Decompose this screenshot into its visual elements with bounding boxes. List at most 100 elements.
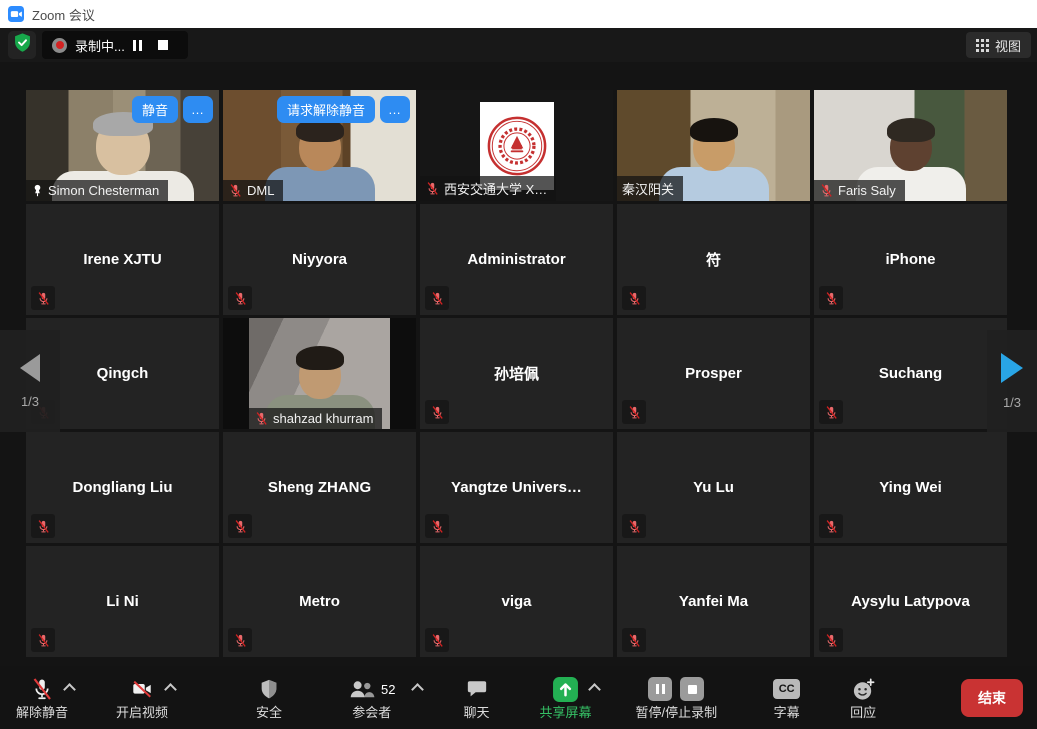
participant-tile-18[interactable]: Yangtze Univers… [420,432,613,543]
toolbar-captions-button[interactable]: CC字幕 [773,676,800,719]
pause-recording-button[interactable] [125,36,150,55]
muted-mic-icon [228,183,243,198]
participant-tile-10[interactable]: iPhone [814,204,1007,315]
security-shield-button[interactable] [8,31,36,59]
toolbar-chat-button[interactable]: 聊天 [464,676,490,719]
cc-icon: CC [773,679,800,699]
participant-tile-3[interactable]: 西安交通大学 X… [420,90,613,201]
participant-tile-13[interactable]: 孙培佩 [420,318,613,429]
recording-label: 录制中... [75,36,125,55]
participant-name: shahzad khurram [273,411,373,426]
toolbar-record-controls-button[interactable]: 暂停/停止录制 [636,676,718,719]
window-titlebar: Zoom 会议 [0,0,1037,28]
muted-mic-icon [425,181,440,196]
participant-tile-1[interactable]: 静音…Simon Chesterman [26,90,219,201]
participant-tile-16[interactable]: Dongliang Liu [26,432,219,543]
view-button[interactable]: 视图 [966,32,1031,58]
recording-dot-icon [52,38,67,53]
participant-tile-25[interactable]: Aysylu Latypova [814,546,1007,657]
participant-tile-6[interactable]: Irene XJTU [26,204,219,315]
participant-tile-7[interactable]: Niyyora [223,204,416,315]
toolbar-security-button[interactable]: 安全 [256,676,282,719]
end-meeting-button[interactable]: 结束 [961,679,1023,717]
page-indicator: 1/3 [21,394,39,409]
participant-name-tag: DML [223,180,283,201]
muted-mic-icon [31,514,55,538]
arrow-left-icon [20,354,40,382]
statusbar: 录制中... 视图 [0,28,1037,62]
toolbar-label: 解除静音 [16,706,68,719]
shield-gray-icon [258,678,280,700]
muted-mic-icon [425,514,449,538]
zoom-camera-logo-icon [8,6,24,22]
muted-mic-icon [819,183,834,198]
toolbar-label: 暂停/停止录制 [636,706,718,719]
toolbar-unmute-button[interactable]: 解除静音 [16,676,68,719]
participant-tile-4[interactable]: 秦汉阳关 [617,90,810,201]
tile-mute-button[interactable]: 静音 [132,96,178,123]
stop-recording-button[interactable] [150,36,176,54]
muted-mic-icon [622,628,646,652]
toolbar-reactions-button[interactable]: 回应 [850,676,876,719]
chevron-up-icon[interactable] [63,683,76,696]
chevron-up-icon[interactable] [588,683,601,696]
tile-mute-button[interactable]: 请求解除静音 [277,96,375,123]
participant-grid: 静音…Simon Chesterman请求解除静音…DML西安交通大学 X…秦汉… [26,90,1007,657]
participant-tile-21[interactable]: Li Ni [26,546,219,657]
participant-tile-24[interactable]: Yanfei Ma [617,546,810,657]
people-icon [348,679,375,700]
grid-view-icon [976,39,989,52]
muted-mic-icon [228,286,252,310]
grid-page-next-button[interactable]: 1/3 [987,330,1037,432]
green-shield-check-icon [12,32,33,58]
participant-tile-20[interactable]: Ying Wei [814,432,1007,543]
muted-mic-icon [622,514,646,538]
chevron-up-icon[interactable] [164,683,177,696]
toolbar-label: 参会者 [352,706,391,719]
muted-mic-icon [819,286,843,310]
participant-tile-22[interactable]: Metro [223,546,416,657]
participant-tile-23[interactable]: viga [420,546,613,657]
muted-mic-icon [622,400,646,424]
muted-mic-icon [819,514,843,538]
muted-mic-icon [31,286,55,310]
bottom-toolbar-items: 解除静音 开启视频安全 52参会者 聊天 共享屏幕暂停/停止录制 CC字幕回应 [0,676,961,719]
stop-icon [158,40,168,50]
muted-mic-icon [254,411,269,426]
grid-page-prev-button[interactable]: 1/3 [0,330,60,432]
toolbar-label: 回应 [850,706,876,719]
participant-name: DML [247,183,274,198]
tile-button-group: 请求解除静音… [277,96,410,123]
participant-name: 秦汉阳关 [622,179,674,198]
share-icon [552,676,579,703]
muted-mic-icon [622,286,646,310]
muted-mic-icon [228,514,252,538]
participant-tile-8[interactable]: Administrator [420,204,613,315]
toolbar-share-screen-button[interactable]: 共享屏幕 [540,676,592,719]
participant-tile-15[interactable]: Suchang [814,318,1007,429]
muted-mic-icon [425,628,449,652]
participant-tile-12[interactable]: shahzad khurram [223,318,416,429]
participant-tile-14[interactable]: Prosper [617,318,810,429]
toolbar-start-video-button[interactable]: 开启视频 [116,676,168,719]
participant-tile-2[interactable]: 请求解除静音… DML [223,90,416,201]
view-label: 视图 [995,36,1021,55]
mic-off-white-icon [30,677,54,701]
participant-name: Faris Saly [838,183,896,198]
tile-more-options-button[interactable]: … [183,96,213,123]
pause-icon [133,40,142,51]
window-title: Zoom 会议 [32,5,95,24]
participant-tile-17[interactable]: Sheng ZHANG [223,432,416,543]
tile-button-group: 静音… [132,96,213,123]
toolbar-participants-button[interactable]: 52参会者 [348,676,395,719]
muted-mic-icon [228,628,252,652]
chevron-up-icon[interactable] [411,683,424,696]
toolbar-label: 安全 [256,706,282,719]
participant-tile-19[interactable]: Yu Lu [617,432,810,543]
tile-more-options-button[interactable]: … [380,96,410,123]
participant-tile-5[interactable]: Faris Saly [814,90,1007,201]
participant-tile-9[interactable]: 符 [617,204,810,315]
muted-mic-icon [819,400,843,424]
pin-icon [31,184,44,197]
muted-mic-icon [819,628,843,652]
